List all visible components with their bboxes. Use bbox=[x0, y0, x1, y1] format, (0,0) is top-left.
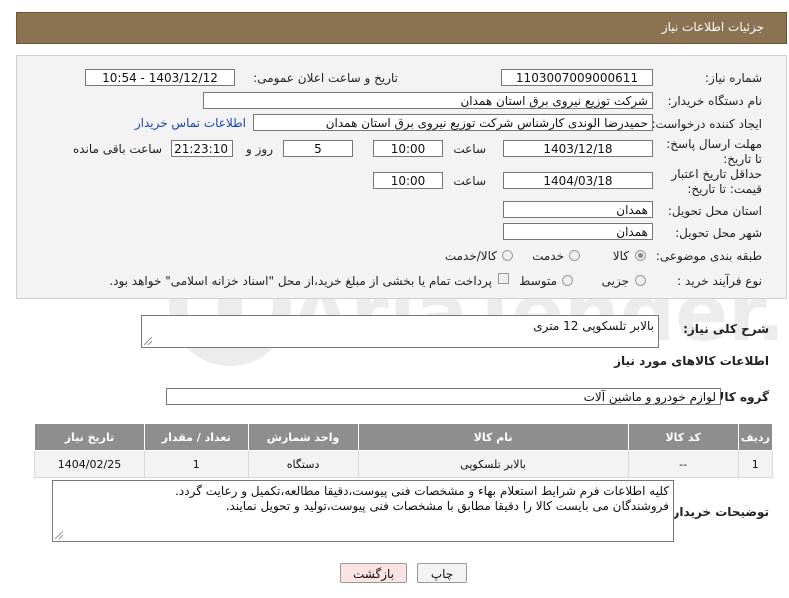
category-option-goods: کالا bbox=[612, 249, 629, 263]
cell-item-name: بالابر تلسکوپی bbox=[357, 450, 629, 478]
remaining-days-label: روز و bbox=[246, 142, 273, 156]
summary-label: شرح کلی نیاز: bbox=[683, 322, 769, 336]
category-radio-goods-service[interactable] bbox=[502, 250, 513, 261]
details-panel: شماره نیاز: 1103007009000611 تاریخ و ساع… bbox=[16, 55, 787, 299]
process-option-medium: متوسط bbox=[519, 274, 557, 288]
buyer-notes-field: کلیه اطلاعات فرم شرایط استعلام بهاء و مش… bbox=[52, 480, 674, 542]
buyer-notes-line-2: فروشندگان می بایست کالا را دقیقا مطابق ب… bbox=[225, 499, 669, 513]
resize-grip-icon[interactable] bbox=[144, 337, 152, 345]
creator-label: ایجاد کننده درخواست: bbox=[651, 117, 762, 131]
table-row: 1 -- بالابر تلسکوپی دستگاه 1 1404/02/25 bbox=[34, 450, 774, 478]
table-header-row: ردیف کد کالا نام کالا واحد شمارش تعداد /… bbox=[34, 423, 774, 451]
page-title: جزئیات اطلاعات نیاز bbox=[661, 20, 764, 34]
process-option-minor: جزیی bbox=[601, 274, 629, 288]
need-number-label: شماره نیاز: bbox=[705, 71, 762, 85]
category-option-service: خدمت bbox=[532, 249, 564, 263]
deadline-time-field: 10:00 bbox=[373, 140, 443, 157]
goods-table: ردیف کد کالا نام کالا واحد شمارش تعداد /… bbox=[34, 423, 774, 478]
goods-section-title: اطلاعات کالاهای مورد نیاز bbox=[614, 354, 769, 368]
cell-quantity: 1 bbox=[144, 450, 249, 478]
price-validity-label: حداقل تاریخ اعتبار قیمت: تا تاریخ: bbox=[671, 167, 762, 196]
goods-group-field: لوازم خودرو و ماشین آلات bbox=[166, 388, 721, 405]
province-field: همدان bbox=[503, 201, 653, 218]
buyer-notes-label: توضیحات خریدار: bbox=[667, 505, 769, 519]
remaining-time-label: ساعت باقی مانده bbox=[72, 142, 162, 156]
announce-date-field: 1403/12/12 - 10:54 bbox=[85, 69, 235, 86]
category-option-goods-service: کالا/خدمت bbox=[444, 249, 497, 263]
price-validity-time-field: 10:00 bbox=[373, 172, 443, 189]
summary-text: بالابر تلسکوپی 12 متری bbox=[533, 319, 654, 333]
col-need-date: تاریخ نیاز bbox=[34, 423, 145, 451]
announce-date-label: تاریخ و ساعت اعلان عمومی: bbox=[253, 71, 398, 85]
col-quantity: تعداد / مقدار bbox=[144, 423, 249, 451]
deadline-label: مهلت ارسال پاسخ: تا تاریخ: bbox=[666, 137, 762, 166]
col-row-number: ردیف bbox=[737, 423, 774, 451]
category-label: طبقه بندی موضوعی: bbox=[655, 249, 762, 263]
page-header: جزئیات اطلاعات نیاز bbox=[16, 12, 787, 44]
remaining-days-field: 5 bbox=[283, 140, 353, 157]
treasury-payment-note: پرداخت تمام یا بخشی از مبلغ خرید،از محل … bbox=[109, 274, 492, 288]
cell-need-date: 1404/02/25 bbox=[34, 450, 145, 478]
col-item-name: نام کالا bbox=[357, 423, 629, 451]
need-number-field: 1103007009000611 bbox=[501, 69, 653, 86]
buyer-notes-line-1: کلیه اطلاعات فرم شرایط استعلام بهاء و مش… bbox=[175, 484, 669, 498]
buyer-org-field: شرکت توزیع نیروی برق استان همدان bbox=[203, 92, 653, 109]
back-button[interactable]: بازگشت bbox=[340, 563, 407, 583]
process-radio-medium[interactable] bbox=[562, 275, 573, 286]
treasury-payment-checkbox[interactable] bbox=[498, 273, 509, 284]
creator-field: حمیدرضا الوندی کارشناس شرکت توزیع نیروی … bbox=[253, 114, 653, 131]
price-validity-time-label: ساعت bbox=[453, 174, 486, 188]
city-label: شهر محل تحویل: bbox=[675, 226, 762, 240]
cell-unit: دستگاه bbox=[247, 450, 359, 478]
process-type-label: نوع فرآیند خرید : bbox=[677, 274, 762, 288]
col-item-code: کد کالا bbox=[627, 423, 739, 451]
col-unit: واحد شمارش bbox=[247, 423, 359, 451]
cell-row-number: 1 bbox=[737, 450, 774, 478]
resize-grip-icon[interactable] bbox=[55, 531, 63, 539]
buyer-org-label: نام دستگاه خریدار: bbox=[667, 94, 763, 108]
deadline-time-label: ساعت bbox=[453, 142, 486, 156]
cell-item-code: -- bbox=[627, 450, 739, 478]
deadline-date-field: 1403/12/18 bbox=[503, 140, 653, 157]
print-button[interactable]: چاپ bbox=[417, 563, 467, 583]
summary-field: بالابر تلسکوپی 12 متری bbox=[141, 315, 659, 348]
buyer-contact-link[interactable]: اطلاعات تماس خریدار bbox=[135, 116, 246, 130]
price-validity-date-field: 1404/03/18 bbox=[503, 172, 653, 189]
province-label: استان محل تحویل: bbox=[667, 204, 762, 218]
category-radio-goods[interactable] bbox=[635, 250, 646, 261]
category-radio-service[interactable] bbox=[569, 250, 580, 261]
remaining-time-field: 21:23:10 bbox=[171, 140, 233, 157]
city-field: همدان bbox=[503, 223, 653, 240]
process-radio-minor[interactable] bbox=[635, 275, 646, 286]
